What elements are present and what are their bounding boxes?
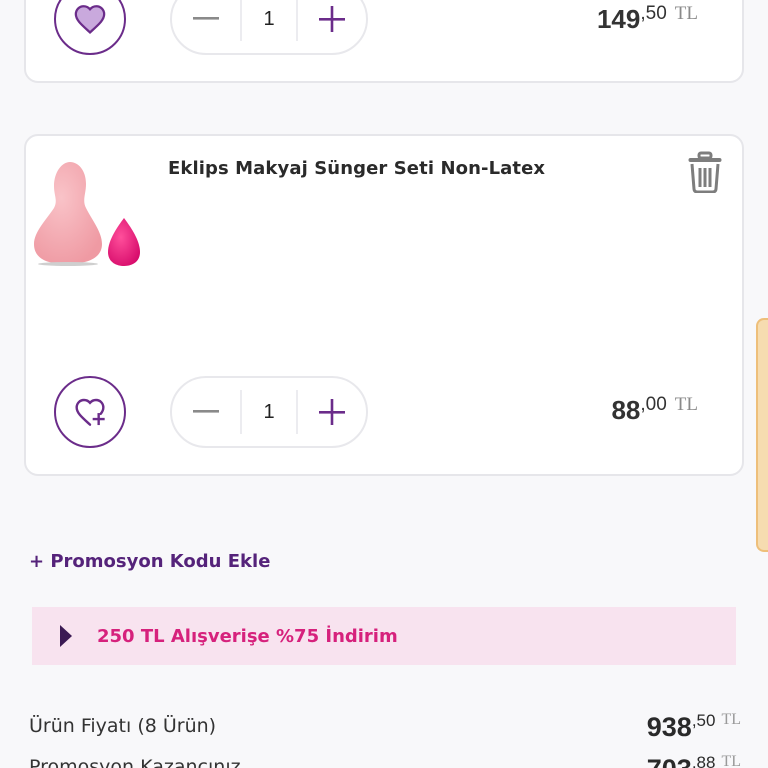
- campaign-banner[interactable]: 250 TL Alışverişe %75 İndirim: [32, 607, 736, 665]
- product-price-label: Ürün Fiyatı (8 Ürün): [29, 715, 217, 737]
- product-price-value: 938 ,50 TL: [646, 711, 741, 743]
- price-decimal: ,50: [640, 3, 667, 24]
- price-currency: TL: [721, 753, 741, 768]
- price-integer: 938: [646, 712, 692, 742]
- summary-product-price-row: Ürün Fiyatı (8 Ürün) 938 ,50 TL: [29, 711, 741, 752]
- cart-item-card: 1 149 ,50 TL: [24, 0, 744, 83]
- increase-quantity-button[interactable]: [298, 0, 366, 53]
- scrollbar-thumb[interactable]: [756, 318, 768, 552]
- heart-filled-icon: [74, 5, 106, 35]
- add-promo-code-link[interactable]: + Promosyon Kodu Ekle: [29, 551, 270, 572]
- price-decimal: ,00: [640, 394, 667, 415]
- price-integer: 149: [596, 4, 641, 34]
- promo-gain-label: Promosyon Kazancınız: [29, 756, 241, 768]
- makeup-sponge-image: [34, 162, 140, 266]
- item-price: 149 ,50 TL: [596, 3, 698, 35]
- favorite-button[interactable]: [54, 0, 126, 55]
- cart-page: 1 149 ,50 TL Eklips Makyaj Sünger Seti N…: [0, 0, 768, 768]
- minus-icon: [193, 410, 219, 413]
- item-price: 88 ,00 TL: [611, 394, 698, 426]
- price-integer: 703: [647, 754, 692, 768]
- price-decimal: ,50: [691, 711, 716, 730]
- price-currency: TL: [674, 394, 698, 415]
- price-currency: TL: [721, 711, 741, 728]
- decrease-quantity-button[interactable]: [172, 378, 240, 446]
- add-to-favorites-button[interactable]: [54, 376, 126, 448]
- caret-right-icon: [60, 625, 72, 647]
- decrease-quantity-button[interactable]: [172, 0, 240, 53]
- price-integer: 88: [611, 395, 641, 425]
- cart-item-card: Eklips Makyaj Sünger Seti Non-Latex 1 88…: [24, 134, 744, 476]
- minus-icon: [193, 17, 219, 20]
- product-image[interactable]: [32, 160, 144, 270]
- quantity-value[interactable]: 1: [240, 0, 298, 41]
- price-decimal: ,88: [691, 753, 716, 768]
- promo-gain-value: 703 ,88 TL: [647, 753, 741, 768]
- quantity-stepper: 1: [170, 0, 368, 55]
- plus-icon: [319, 399, 345, 425]
- plus-icon: [319, 6, 345, 32]
- quantity-stepper: 1: [170, 376, 368, 448]
- quantity-value[interactable]: 1: [240, 390, 298, 434]
- trash-icon: [688, 151, 722, 193]
- heart-plus-icon: [75, 398, 105, 426]
- campaign-label: 250 TL Alışverişe %75 İndirim: [97, 625, 398, 647]
- summary-promo-gain-row: Promosyon Kazancınız 703 ,88 TL: [29, 752, 741, 768]
- increase-quantity-button[interactable]: [298, 378, 366, 446]
- product-title[interactable]: Eklips Makyaj Sünger Seti Non-Latex: [168, 158, 545, 179]
- price-currency: TL: [674, 3, 698, 24]
- delete-item-button[interactable]: [686, 151, 724, 193]
